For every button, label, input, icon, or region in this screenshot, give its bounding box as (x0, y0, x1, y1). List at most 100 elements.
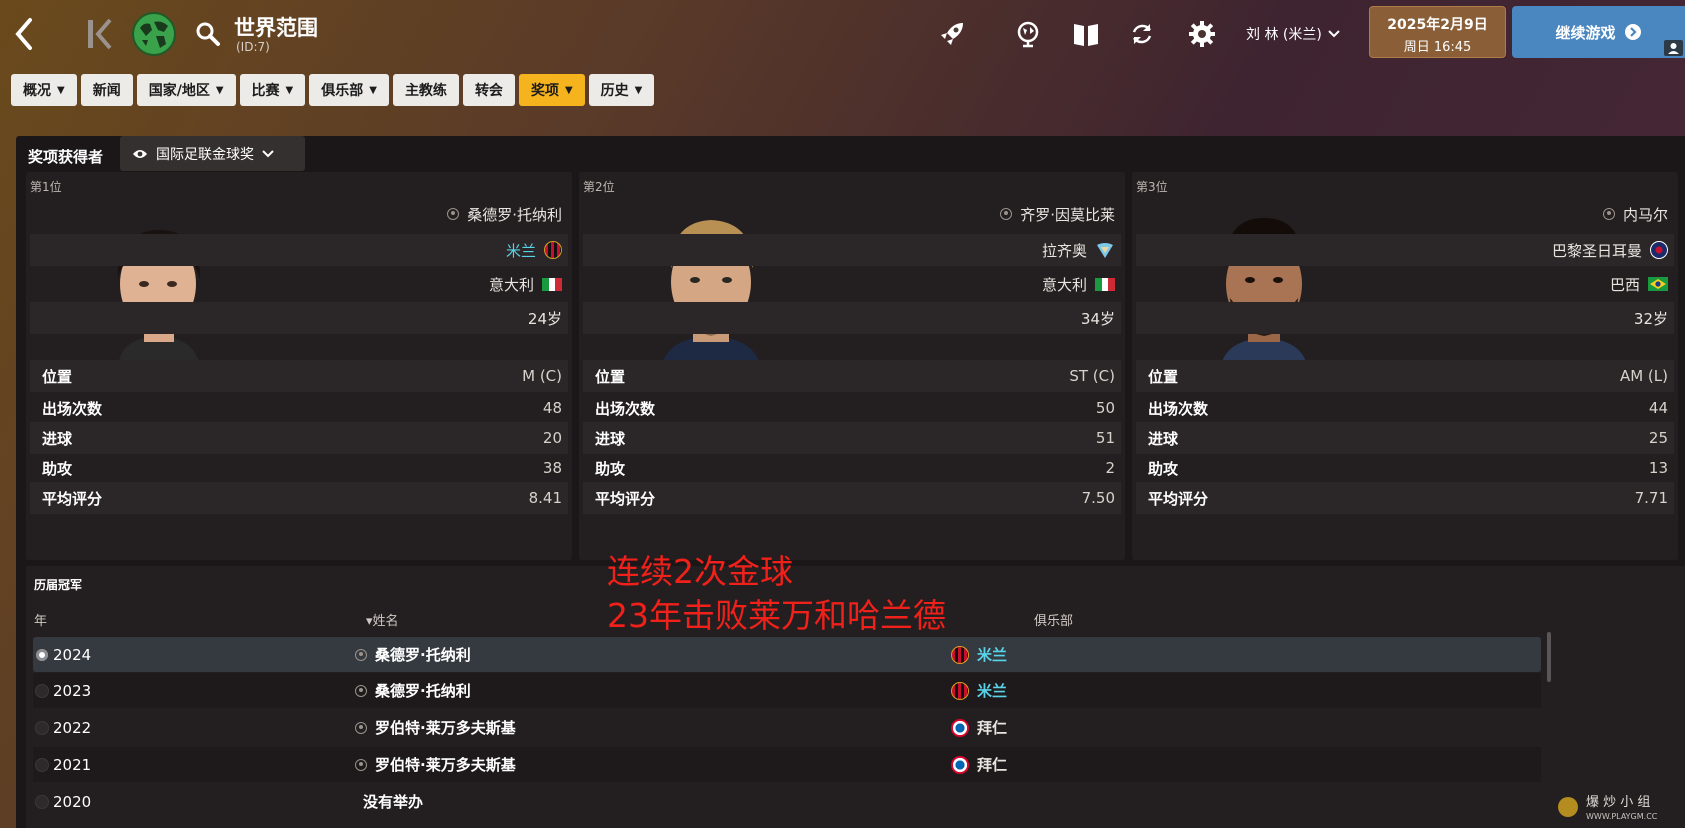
tab-overview[interactable]: 概况 ▼ (11, 74, 77, 106)
stat-value: AM (L) (1619, 367, 1668, 385)
stat-row: 助攻 2 (583, 452, 1121, 484)
club-badge-icon (951, 681, 969, 700)
row-radio[interactable] (35, 794, 49, 809)
globe-news-button[interactable] (1010, 16, 1046, 52)
table-row[interactable]: 2022 罗伯特·莱万多夫斯基 拜仁 (33, 710, 1541, 745)
player-name[interactable]: 桑德罗·托纳利 (467, 204, 562, 225)
award-selector[interactable]: 国际足联金球奖 (120, 136, 305, 171)
chevron-down-icon: ▼ (634, 84, 643, 96)
search-icon[interactable] (194, 20, 222, 48)
nation-name[interactable]: 巴西 (1610, 274, 1640, 295)
page-title: 世界范围 (234, 16, 318, 40)
stat-row: 助攻 38 (30, 452, 568, 484)
awards-panel: 奖项获得者 国际足联金球奖 第1位 桑德罗·托纳利 米兰 意大利 24岁 位置 … (16, 136, 1685, 828)
settings-button[interactable] (1184, 16, 1220, 52)
tab-transfers[interactable]: 转会 (462, 74, 515, 106)
chevron-down-icon: ▼ (564, 84, 573, 96)
row-radio[interactable] (35, 647, 49, 662)
stat-label: 助攻 (1148, 459, 1179, 478)
player-name[interactable]: 齐罗·因莫比莱 (1020, 204, 1115, 225)
stat-value: ST (C) (1069, 367, 1115, 385)
tab-competitions[interactable]: 比赛 ▼ (239, 74, 306, 106)
club-badge-icon (1097, 243, 1113, 258)
table-scrollbar[interactable] (1547, 632, 1551, 682)
player-club-row: 米兰 (30, 234, 568, 266)
continue-button[interactable]: 继续游戏 (1512, 6, 1685, 58)
stat-row: 进球 20 (30, 422, 568, 454)
row-year: 2023 (53, 681, 92, 700)
stat-label: 位置 (595, 367, 626, 386)
tab-news[interactable]: 新闻 (80, 74, 133, 106)
player-nation-row: 意大利 (30, 268, 568, 300)
game-date: 2025年2月9日 周日 16:45 (1369, 6, 1506, 58)
continue-label: 继续游戏 (1555, 23, 1616, 42)
row-player[interactable]: 桑德罗·托纳利 (375, 680, 471, 701)
column-header-year[interactable]: 年 (34, 610, 47, 629)
club-badge-icon (544, 241, 562, 259)
skip-icon (88, 18, 112, 50)
player-club-row: 拉齐奥 (583, 234, 1121, 266)
club-link[interactable]: 拉齐奥 (1042, 240, 1087, 261)
stat-value: 50 (1095, 399, 1115, 417)
refresh-button[interactable] (1124, 16, 1160, 52)
club-badge-icon (951, 718, 969, 737)
column-header-club[interactable]: 俱乐部 (1034, 610, 1073, 629)
book-button[interactable] (1068, 16, 1104, 52)
tab-label: 比赛 (251, 83, 280, 99)
row-player[interactable]: 桑德罗·托纳利 (375, 644, 471, 665)
rocket-button[interactable] (934, 16, 970, 52)
table-title: 历届冠军 (34, 578, 83, 592)
column-header-name[interactable]: ▾姓名 (366, 610, 399, 629)
stat-label: 出场次数 (1148, 399, 1209, 418)
player-name[interactable]: 内马尔 (1623, 204, 1668, 225)
tab-clubs[interactable]: 俱乐部 ▼ (309, 74, 389, 106)
person-icon (355, 684, 367, 697)
row-club[interactable]: 米兰 (977, 680, 1007, 701)
table-row[interactable]: 2024 桑德罗·托纳利 米兰 (33, 637, 1541, 672)
stat-value: 48 (542, 399, 562, 417)
chevron-down-icon: ▼ (369, 84, 377, 96)
club-badge-icon (951, 755, 969, 774)
row-club[interactable]: 米兰 (977, 644, 1007, 665)
player-age: 32岁 (1633, 309, 1668, 328)
tab-awards[interactable]: 奖项 ▼ (518, 74, 585, 106)
nation-name[interactable]: 意大利 (489, 274, 534, 295)
tab-history[interactable]: 历史 ▼ (588, 74, 655, 106)
person-icon (1000, 208, 1013, 220)
table-row[interactable]: 2023 桑德罗·托纳利 米兰 (33, 673, 1541, 708)
row-radio[interactable] (35, 720, 49, 735)
back-button[interactable] (8, 14, 42, 54)
user-icon[interactable] (1664, 40, 1683, 56)
italy-flag-icon (1095, 277, 1116, 291)
annotation-line-1: 连续2次金球 (607, 552, 793, 591)
panel-heading: 奖项获得者 (28, 148, 104, 166)
player-nation-row: 意大利 (583, 268, 1121, 300)
row-radio[interactable] (35, 757, 49, 772)
eye-icon (133, 149, 147, 158)
watermark-text: 爆 炒 小 组 (1586, 795, 1650, 810)
row-player[interactable]: 罗伯特·莱万多夫斯基 (375, 754, 516, 775)
stat-label: 位置 (42, 367, 73, 386)
chevron-down-icon: ▼ (215, 84, 224, 96)
table-row[interactable]: 2021 罗伯特·莱万多夫斯基 拜仁 (33, 747, 1541, 782)
stat-value: 25 (1648, 429, 1668, 447)
tab-label: 新闻 (92, 83, 121, 99)
nation-name[interactable]: 意大利 (1042, 274, 1087, 295)
tab-nations[interactable]: 国家/地区 ▼ (136, 74, 236, 106)
club-link[interactable]: 巴黎圣日耳曼 (1552, 240, 1642, 261)
manager-menu[interactable]: 刘 林 (米兰) (1246, 24, 1340, 44)
stat-label: 平均评分 (42, 489, 103, 508)
table-row[interactable]: 2020 没有举办 (33, 784, 1541, 819)
row-club[interactable]: 拜仁 (977, 754, 1007, 775)
club-link[interactable]: 米兰 (506, 240, 536, 261)
row-club[interactable]: 拜仁 (977, 717, 1007, 738)
red-annotation: 连续2次金球 23年击败莱万和哈兰德 (607, 550, 946, 638)
tab-managers[interactable]: 主教练 (392, 74, 459, 106)
stat-row: 出场次数 44 (1136, 392, 1674, 424)
skip-back-button[interactable] (84, 14, 118, 54)
person-icon (355, 758, 367, 771)
stat-value: 13 (1648, 459, 1668, 477)
stat-row: 平均评分 7.71 (1136, 482, 1674, 514)
row-player[interactable]: 罗伯特·莱万多夫斯基 (375, 717, 516, 738)
row-radio[interactable] (35, 683, 49, 698)
